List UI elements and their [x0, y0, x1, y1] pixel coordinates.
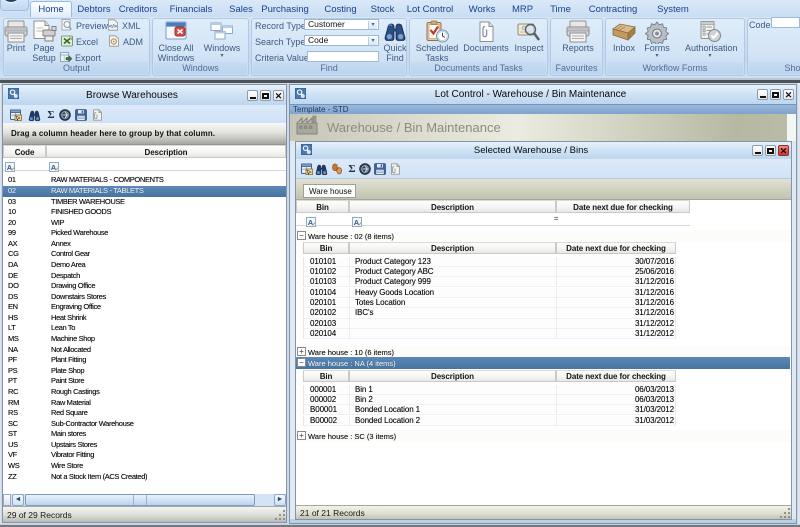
svg-text:</>: </> — [109, 24, 117, 30]
